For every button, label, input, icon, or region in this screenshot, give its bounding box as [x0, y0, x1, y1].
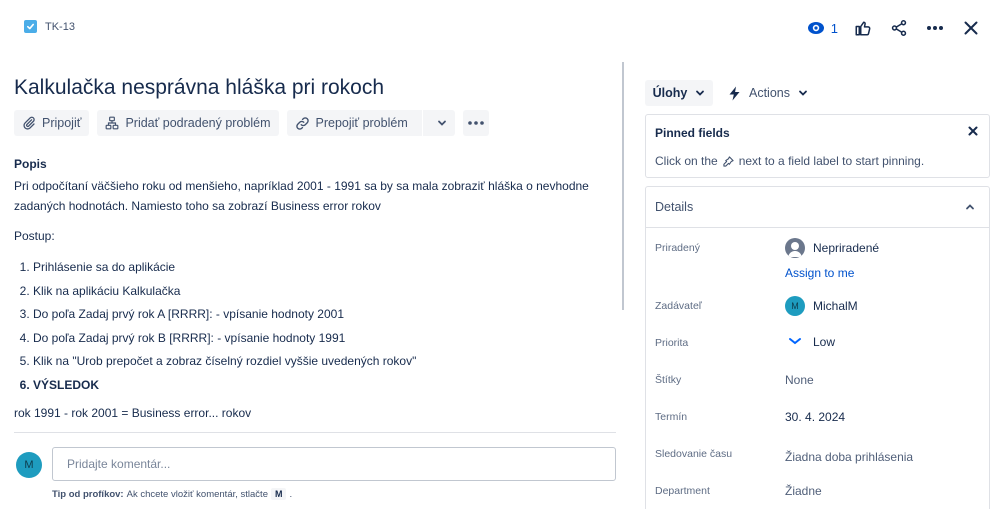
pinned-fields-panel: Pinned fields Click on the next to a fie… [645, 114, 990, 178]
more-horizontal-icon [467, 121, 484, 125]
task-type-icon [24, 20, 37, 33]
time-tracking-value[interactable]: Žiadna doba prihlásenia [785, 450, 913, 464]
description-paragraph: Pri odpočítaní väčšieho roku od menšieho… [14, 179, 589, 213]
issue-toolbar: Pripojiť Pridať podradený problém Prepoj… [14, 110, 489, 136]
time-tracking-label: Sledovanie času [655, 448, 733, 460]
details-title: Details [655, 200, 694, 214]
pinned-text-before: Click on the [655, 154, 718, 168]
comment-divider [14, 432, 616, 433]
department-value[interactable]: Žiadne [785, 484, 822, 498]
issue-title[interactable]: Kalkulačka nesprávna hláška pri rokoch [14, 76, 384, 100]
status-dropdown-button[interactable]: Úlohy [645, 80, 713, 106]
assign-to-me-link[interactable]: Assign to me [785, 266, 854, 280]
list-item: VÝSLEDOK [33, 374, 604, 398]
add-child-issue-label: Pridať podradený problém [125, 116, 271, 130]
pinned-fields-title: Pinned fields [655, 126, 730, 140]
avatar: M [16, 452, 42, 478]
more-horizontal-icon [927, 26, 943, 30]
status-label: Úlohy [652, 86, 688, 100]
result-text: rok 1991 - rok 2001 = Business error... … [14, 406, 252, 420]
tip-bold: Tip od profíkov: [52, 488, 124, 500]
department-label: Department [655, 485, 710, 497]
share-icon [891, 20, 907, 36]
eye-icon [807, 22, 824, 34]
due-date-value[interactable]: 30. 4. 2024 [785, 410, 845, 424]
steps-list: Prihlásenie sa do aplikácie Klik na apli… [33, 256, 604, 397]
list-item: Do poľa Zadaj prvý rok A [RRRR]: - vpísa… [33, 303, 604, 327]
issue-key-breadcrumb[interactable]: TK-13 [24, 20, 75, 33]
watch-button[interactable]: 1 [807, 21, 838, 36]
avatar: M [785, 296, 805, 316]
list-item: Do poľa Zadaj prvý rok B [RRRR]: - vpísa… [33, 327, 604, 351]
due-date-label: Termín [655, 411, 688, 423]
description-section[interactable]: Popis Pri odpočítaní väčšieho roku od me… [14, 154, 604, 423]
chevron-down-icon [437, 120, 446, 126]
list-item: Klik na "Urob prepočet a zobraz číselný … [33, 350, 604, 374]
details-panel: Details Priradený Nepriradené Assign to … [645, 186, 990, 509]
reporter-name: MichalM [813, 299, 858, 313]
chevron-down-icon [799, 90, 807, 96]
child-issue-icon [106, 116, 119, 130]
comment-input[interactable]: Pridajte komentár... [52, 447, 616, 481]
paperclip-icon [23, 116, 35, 130]
toolbar-more-button[interactable] [462, 110, 489, 136]
link-issue-button-group: Prepojiť problém [286, 110, 455, 136]
list-item: Klik na aplikáciu Kalkulačka [33, 280, 604, 304]
comment-tip: Tip od profíkov: Ak chcete vložiť koment… [52, 488, 292, 500]
postup-label: Postup: [14, 229, 55, 243]
priority-label: Priorita [655, 337, 689, 349]
priority-value[interactable]: Low [785, 335, 835, 349]
keyboard-shortcut: M [270, 488, 287, 500]
pinned-fields-close-button[interactable] [968, 123, 978, 139]
close-icon [964, 21, 978, 35]
labels-label: Štítky [655, 374, 682, 386]
assignee-name: Nepriradené [813, 241, 880, 255]
reporter-label: Zadávateľ [655, 300, 702, 312]
pin-icon [723, 155, 734, 167]
details-header[interactable]: Details [646, 187, 989, 228]
priority-low-icon [789, 338, 801, 345]
priority-name: Low [813, 335, 836, 349]
attach-button[interactable]: Pripojiť [14, 110, 90, 136]
chevron-up-icon [966, 204, 974, 210]
assignee-label: Priradený [655, 242, 700, 254]
issue-key-label[interactable]: TK-13 [45, 21, 75, 33]
issue-top-actions: 1 [807, 16, 982, 40]
link-issue-dropdown[interactable] [429, 110, 455, 136]
panel-resize-handle[interactable] [622, 62, 624, 310]
reporter-value[interactable]: M MichalM [785, 296, 858, 316]
close-button[interactable] [960, 16, 982, 40]
link-icon [295, 116, 309, 130]
add-child-issue-button[interactable]: Pridať podradený problém [97, 110, 279, 136]
share-button[interactable] [888, 16, 910, 40]
assignee-value[interactable]: Nepriradené [785, 238, 879, 258]
lightning-icon [729, 86, 740, 100]
unassigned-avatar-icon [785, 238, 805, 258]
tip-end: . [289, 488, 293, 500]
more-actions-button[interactable] [924, 16, 946, 40]
link-issue-button[interactable]: Prepojiť problém [287, 110, 416, 136]
split-divider [421, 110, 423, 136]
pinned-text-after: next to a field label to start pinning. [738, 154, 925, 168]
description-heading: Popis [14, 157, 47, 171]
watch-count: 1 [830, 20, 838, 36]
tip-text: Ak chcete vložiť komentár, stlačte [126, 488, 268, 500]
actions-dropdown-button[interactable]: Actions [722, 80, 814, 106]
labels-value[interactable]: None [785, 373, 814, 387]
attach-label: Pripojiť [42, 116, 82, 130]
thumbs-up-icon [855, 21, 871, 36]
list-item: Prihlásenie sa do aplikácie [33, 256, 604, 280]
actions-label: Actions [749, 86, 790, 100]
pinned-fields-hint: Click on the next to a field label to st… [655, 154, 924, 168]
close-icon [968, 126, 978, 136]
chevron-down-icon [696, 90, 705, 96]
like-button[interactable] [852, 16, 874, 40]
link-issue-label: Prepojiť problém [315, 116, 408, 130]
